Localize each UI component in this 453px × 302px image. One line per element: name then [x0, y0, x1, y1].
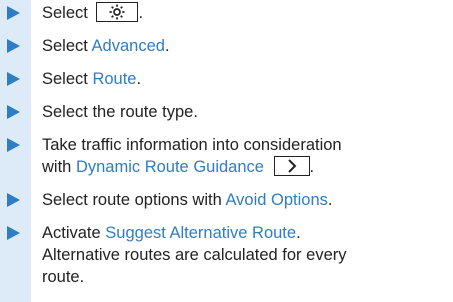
- step-note-line3: route.: [42, 268, 85, 286]
- step-note-line2: Alternative routes are calculated for ev…: [42, 246, 347, 264]
- step-select-route-type: Select the route type.: [0, 101, 453, 123]
- step-avoid-options: Select route options with Avoid Options.: [0, 189, 453, 211]
- step-suggest-alternative-route: Activate Suggest Alternative Route. Alte…: [0, 222, 453, 288]
- step-arrow-icon: [7, 6, 20, 20]
- gear-icon: [96, 2, 139, 22]
- step-arrow-icon: [7, 138, 20, 152]
- menu-item-route: Route: [92, 70, 137, 88]
- step-select-settings: Select .: [0, 2, 453, 24]
- step-text: Select: [42, 4, 88, 22]
- step-suffix: .: [164, 37, 170, 55]
- step-text: Select: [42, 70, 93, 88]
- step-text-line1: Take traffic information into considerat…: [42, 136, 342, 154]
- instruction-steps: Select . Select Advanced. Select Route. …: [0, 2, 453, 299]
- step-suffix: .: [309, 158, 315, 176]
- step-text: Select route options with: [42, 191, 226, 209]
- menu-item-dynamic-route-guidance: Dynamic Route Guidance: [75, 158, 264, 176]
- menu-item-suggest-alternative-route: Suggest Alternative Route: [105, 224, 297, 242]
- step-text: Select: [42, 37, 92, 55]
- menu-item-advanced: Advanced: [91, 37, 165, 55]
- step-suffix: .: [136, 70, 142, 88]
- step-text: Activate: [42, 224, 106, 242]
- step-suffix: .: [327, 191, 333, 209]
- step-select-route: Select Route.: [0, 68, 453, 90]
- step-text: Select the route type.: [42, 103, 198, 121]
- step-arrow-icon: [7, 226, 20, 240]
- step-dynamic-route-guidance: Take traffic information into considerat…: [0, 134, 453, 178]
- chevron-right-icon: [273, 156, 310, 176]
- step-arrow-icon: [7, 72, 20, 86]
- menu-item-avoid-options: Avoid Options: [225, 191, 328, 209]
- step-arrow-icon: [7, 105, 20, 119]
- step-suffix: .: [296, 224, 301, 242]
- step-suffix: .: [138, 4, 144, 22]
- step-text-line2: with: [42, 158, 76, 176]
- step-arrow-icon: [7, 39, 20, 53]
- step-select-advanced: Select Advanced.: [0, 35, 453, 57]
- step-arrow-icon: [7, 193, 20, 207]
